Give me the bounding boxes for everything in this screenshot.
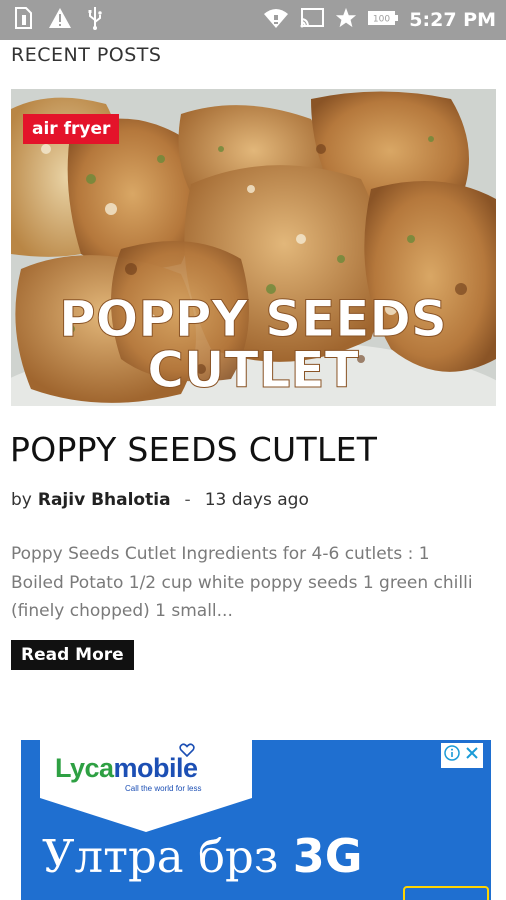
post-date: 13 days ago — [204, 490, 309, 510]
post-excerpt: Poppy Seeds Cutlet Ingredients for 4-6 c… — [11, 540, 499, 626]
star-icon — [335, 7, 357, 34]
ad-brand-part1: Lyca — [55, 753, 114, 783]
ad-brand-logo: Lycamobile — [55, 753, 198, 784]
category-tag[interactable]: air fryer — [23, 114, 120, 144]
status-time: 5:27 PM — [409, 9, 496, 31]
sim-card-icon — [14, 6, 32, 34]
ad-info-icon[interactable] — [444, 745, 460, 766]
battery-level: 100 — [373, 14, 390, 24]
image-title-line2: CUTLET — [147, 341, 359, 399]
ad-offer-box — [403, 886, 489, 900]
ad-tagline: Call the world for less — [125, 784, 202, 793]
section-title: RECENT POSTS — [11, 44, 162, 66]
read-more-button[interactable]: Read More — [11, 640, 134, 670]
usb-icon — [88, 6, 102, 35]
ad-banner[interactable]: Lycamobile Call the world for less Ултра… — [21, 740, 491, 900]
ad-controls — [441, 743, 483, 768]
excerpt-line: Boiled Potato 1/2 cup white poppy seeds … — [11, 572, 473, 593]
ad-logo-notch — [40, 798, 252, 832]
ad-headline: Ултра брз 3G — [42, 829, 362, 883]
warning-icon — [48, 7, 72, 34]
cast-icon — [299, 7, 325, 34]
by-label: by — [11, 490, 32, 510]
battery-icon: 100 — [367, 10, 399, 31]
status-bar: 100 5:27 PM — [0, 0, 506, 40]
excerpt-line: (finely chopped) 1 small... — [11, 601, 233, 621]
meta-separator: - — [184, 490, 191, 510]
wifi-icon — [263, 7, 289, 34]
heart-icon — [179, 743, 195, 762]
ad-close-icon[interactable] — [464, 745, 480, 766]
ad-headline-3g: 3G — [292, 829, 363, 883]
excerpt-line: Poppy Seeds Cutlet Ingredients for 4-6 c… — [11, 544, 430, 564]
post-title[interactable]: POPPY SEEDS CUTLET — [10, 430, 377, 469]
author-link[interactable]: Rajiv Bhalotia — [38, 490, 171, 510]
image-title-line1: POPPY SEEDS — [59, 290, 447, 348]
post-meta: by Rajiv Bhalotia - 13 days ago — [11, 490, 309, 510]
ad-headline-text: Ултра брз — [42, 830, 279, 883]
